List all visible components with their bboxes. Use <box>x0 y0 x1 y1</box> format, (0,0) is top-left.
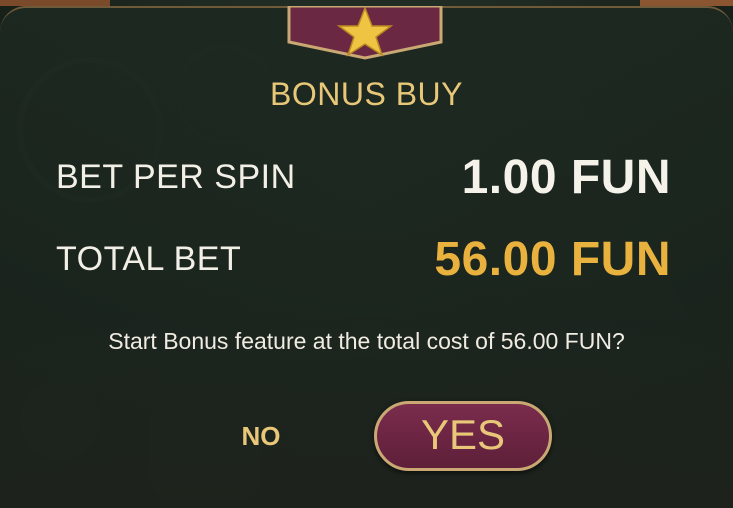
bet-per-spin-label: BET PER SPIN <box>56 158 296 196</box>
no-button[interactable]: NO <box>228 414 294 458</box>
game-screen: BONUS BUY BET PER SPIN 1.00 FUN TOTAL BE… <box>0 0 733 508</box>
total-bet-label: TOTAL BET <box>56 240 242 278</box>
yes-button[interactable]: YES <box>374 401 552 471</box>
bonus-buy-dialog: BONUS BUY BET PER SPIN 1.00 FUN TOTAL BE… <box>0 6 733 508</box>
star-badge <box>287 6 443 60</box>
dialog-title: BONUS BUY <box>270 76 463 112</box>
bet-per-spin-value: 1.00 FUN <box>461 151 671 204</box>
total-bet-value: 56.00 FUN <box>434 233 671 286</box>
confirmation-question: Start Bonus feature at the total cost of… <box>108 328 625 354</box>
